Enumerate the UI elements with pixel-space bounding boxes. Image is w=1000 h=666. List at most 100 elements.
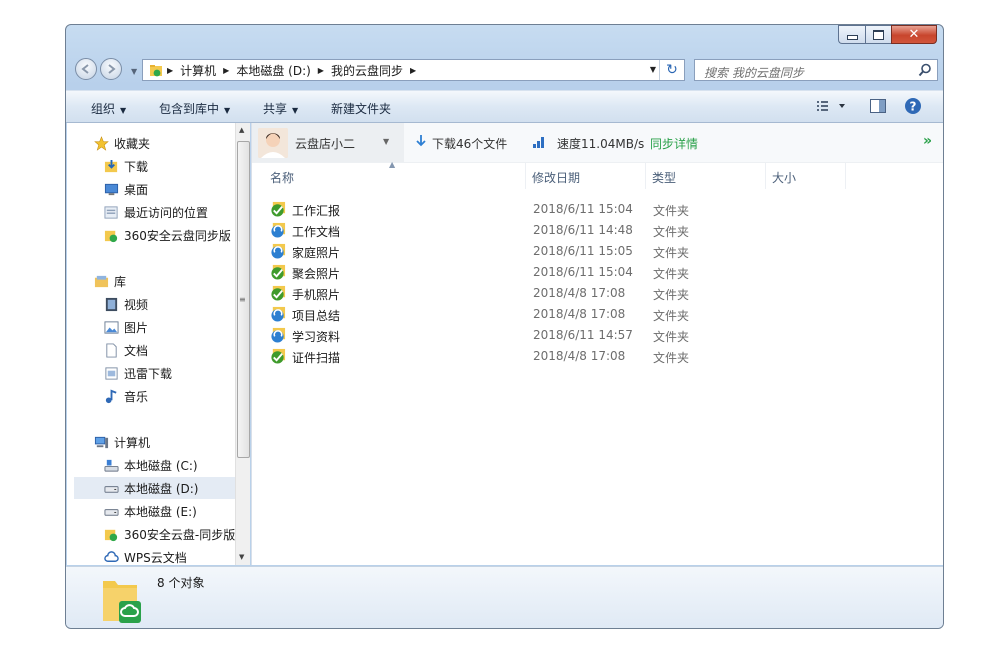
help-button[interactable]: ? [904,97,922,118]
nav-item-recent-places[interactable]: 最近访问的位置 [103,201,250,223]
cloud-sync-icon [103,227,119,243]
breadcrumb-separator[interactable]: ▶ [163,66,177,75]
column-header-size[interactable]: 大小 [772,169,796,186]
organize-menu[interactable]: 组织 ▼ [91,100,126,117]
nav-item-360-cloud-sync[interactable]: 360安全云盘-同步版 [103,523,250,545]
nav-favorites-label: 收藏夹 [114,136,151,151]
nav-item-desktop[interactable]: 桌面 [103,178,250,200]
account-selector[interactable]: 云盘店小二 ▼ [252,123,404,162]
share-label: 共享 [263,102,288,116]
nav-item-label: 本地磁盘 (E:) [124,504,197,519]
change-view-button[interactable] [815,97,849,118]
file-modified: 2018/6/11 14:48 [533,223,633,237]
table-row[interactable]: 家庭照片 2018/6/11 15:05 文件夹 [266,241,926,262]
cloud-status-bar: 云盘店小二 ▼ 下载46个文件 速度11.04MB/s 同步详情 » [252,123,943,163]
forward-button[interactable] [100,58,122,80]
table-row[interactable]: 手机照片 2018/4/8 17:08 文件夹 [266,283,926,304]
address-history-dropdown[interactable]: ▼ [650,65,656,74]
nav-item-thunder[interactable]: 迅雷下载 [103,362,250,384]
nav-item-label: 音乐 [124,389,149,404]
column-header-modified[interactable]: 修改日期 [532,169,580,186]
breadcrumb-drive-d[interactable]: 本地磁盘 (D:) [233,62,313,79]
column-divider[interactable] [525,163,526,189]
maximize-button[interactable] [865,25,891,44]
table-row[interactable]: 学习资料 2018/6/11 14:57 文件夹 [266,325,926,346]
synced-folder-icon [270,201,286,220]
minimize-button[interactable] [838,25,865,44]
nav-libraries-label: 库 [114,274,127,289]
caption-buttons: ✕ [838,25,937,44]
column-divider[interactable] [645,163,646,189]
table-row[interactable]: 项目总结 2018/4/8 17:08 文件夹 [266,304,926,325]
syncing-folder-icon [270,327,286,346]
column-divider[interactable] [765,163,766,189]
nav-item-music[interactable]: 音乐 [103,385,250,407]
sync-details-link[interactable]: 同步详情 [650,135,698,152]
maximize-icon [873,29,884,40]
chevron-down-icon: ▼ [292,106,299,115]
recent-pages-dropdown[interactable]: ▼ [131,67,137,76]
file-name: 家庭照片 [292,246,341,260]
file-modified: 2018/4/8 17:08 [533,349,626,363]
nav-computer[interactable]: 计算机 [93,431,250,453]
back-button[interactable] [75,58,97,80]
download-arrow-icon [415,133,427,152]
table-row[interactable]: 聚会照片 2018/6/11 15:04 文件夹 [266,262,926,283]
scroll-down-arrow-icon[interactable]: ▼ [239,553,244,561]
sort-ascending-icon: ▲ [389,160,396,169]
column-header-name[interactable]: 名称 [270,169,294,186]
breadcrumb-cloud-sync[interactable]: 我的云盘同步 [328,62,406,79]
column-divider[interactable] [845,163,846,189]
nav-item-label: 本地磁盘 (D:) [124,481,199,496]
nav-item-documents[interactable]: 文档 [103,339,250,361]
explorer-window: ✕ ▼ ▶ 计算机 ▶ 本地磁盘 (D:) ▶ 我的云盘同步 ▶ ▼ ↻ 搜索 … [65,24,944,629]
breadcrumb-separator[interactable]: ▶ [219,66,233,75]
synced-folder-icon [270,285,286,304]
nav-item-360-cloud[interactable]: 360安全云盘同步版 [103,224,250,246]
file-name: 聚会照片 [292,267,341,281]
navigation-scrollbar[interactable]: ▲ ≡ ▼ [235,123,250,565]
file-modified: 2018/4/8 17:08 [533,307,626,321]
scroll-up-arrow-icon[interactable]: ▲ [239,126,244,134]
chevron-down-icon: ▼ [383,137,390,146]
nav-libraries[interactable]: 库 [93,270,250,292]
syncing-folder-icon [270,222,286,241]
search-icon[interactable] [918,63,932,77]
nav-item-download[interactable]: 下载 [103,155,250,177]
expand-chevron-icon[interactable]: » [923,133,932,149]
include-in-library-menu[interactable]: 包含到库中 ▼ [159,100,230,117]
preview-pane-button[interactable] [869,97,887,118]
breadcrumb-computer[interactable]: 计算机 [177,62,219,79]
column-header-type[interactable]: 类型 [652,169,676,186]
desktop-icon [103,181,119,197]
nav-favorites[interactable]: 收藏夹 [93,132,250,154]
share-menu[interactable]: 共享 ▼ [263,100,298,117]
chevron-down-icon: ▼ [224,106,231,115]
search-box[interactable]: 搜索 我的云盘同步 [694,59,938,81]
nav-item-video[interactable]: 视频 [103,293,250,315]
table-row[interactable]: 证件扫描 2018/4/8 17:08 文件夹 [266,346,926,367]
navigation-pane: 收藏夹 下载 桌面 最近访问的位置 360安全云盘同步版 库 视频 图片 文档 … [67,123,250,565]
video-library-icon [103,296,119,312]
nav-item-drive-d[interactable]: 本地磁盘 (D:) [74,477,235,499]
computer-icon [93,434,109,450]
synced-folder-icon [270,264,286,283]
refresh-icon[interactable]: ↻ [659,60,684,80]
nav-item-drive-e[interactable]: 本地磁盘 (E:) [103,500,250,522]
address-bar[interactable]: ▶ 计算机 ▶ 本地磁盘 (D:) ▶ 我的云盘同步 ▶ ▼ ↻ [142,59,685,81]
nav-item-label: WPS云文档 [124,550,187,565]
cloud-sync-icon [103,526,119,542]
download-folder-icon [103,158,119,174]
item-count: 8 个对象 [157,576,205,590]
file-modified: 2018/6/11 15:05 [533,244,633,258]
close-button[interactable]: ✕ [891,25,937,44]
table-row[interactable]: 工作文档 2018/6/11 14:48 文件夹 [266,220,926,241]
file-type: 文件夹 [653,351,690,365]
nav-item-wps-cloud[interactable]: WPS云文档 [103,546,250,565]
new-folder-button[interactable]: 新建文件夹 [331,100,391,117]
breadcrumb-separator[interactable]: ▶ [406,66,420,75]
nav-item-pictures[interactable]: 图片 [103,316,250,338]
breadcrumb-separator[interactable]: ▶ [314,66,328,75]
nav-item-drive-c[interactable]: 本地磁盘 (C:) [103,454,250,476]
table-row[interactable]: 工作汇报 2018/6/11 15:04 文件夹 [266,199,926,220]
